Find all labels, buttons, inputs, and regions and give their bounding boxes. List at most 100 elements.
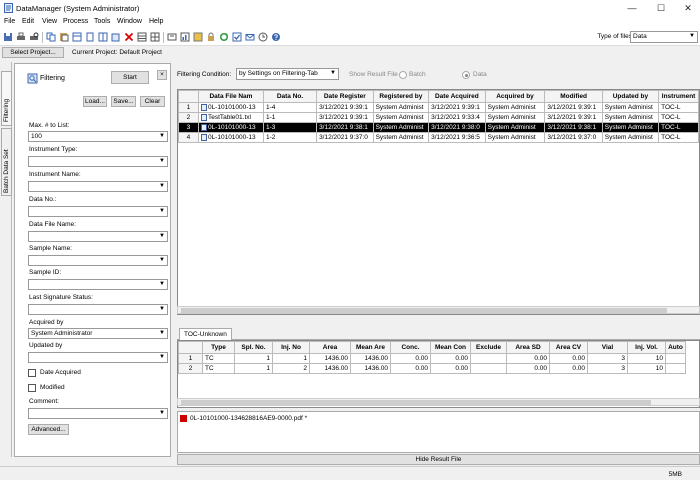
date-acquired-checkbox[interactable] (28, 369, 36, 377)
horizontal-scrollbar[interactable] (177, 306, 700, 314)
lock-icon[interactable] (206, 32, 216, 42)
instrument-type-label: Instrument Type: (29, 146, 78, 153)
menu-edit[interactable]: Edit (22, 18, 34, 25)
result-row[interactable]: 2 TC 1 2 1436.00 1436.00 0.00 0.00 0.00 0.00 3 10 (178, 363, 686, 374)
last-signature-select[interactable]: ▼ (28, 304, 168, 315)
column-header[interactable]: Mean Are (350, 341, 391, 354)
hide-result-file-button[interactable]: Hide Result File (177, 454, 700, 465)
menu-tools[interactable]: Tools (94, 18, 110, 25)
image-icon[interactable] (193, 32, 203, 42)
clock-icon[interactable] (258, 32, 268, 42)
column-header[interactable]: Area CV (549, 341, 588, 354)
result-row[interactable]: 1 TC 1 1 1436.00 1436.00 0.00 0.00 0.00 0.00 3 10 (178, 353, 686, 364)
updated-by-select[interactable]: ▼ (28, 352, 168, 363)
select-project-button[interactable]: Select Project... (2, 47, 64, 58)
mail-icon[interactable] (245, 32, 255, 42)
column-header[interactable]: Data File Nam (197, 90, 264, 103)
data-file-row[interactable]: 4 0L-10101000-13 1-2 3/12/2021 9:37:0 System… (178, 132, 699, 143)
minimize-button[interactable]: — (622, 1, 642, 15)
column-header[interactable]: Area (309, 341, 351, 354)
grid-icon[interactable] (150, 32, 160, 42)
column-header[interactable]: Instrument (658, 90, 699, 103)
tab-toc-unknown[interactable]: TOC-Unknown (179, 328, 232, 340)
scrollbar-thumb[interactable] (181, 400, 651, 405)
result-file-box: 0L-10101000-134628816AE9-0000.pdf * (177, 411, 700, 453)
table-cell (665, 363, 686, 374)
scrollbar-thumb[interactable] (181, 308, 667, 313)
column-header[interactable]: Type (202, 341, 235, 354)
tab-filtering[interactable]: Filtering (1, 71, 12, 126)
column-header[interactable]: Inj. Vol. (627, 341, 666, 354)
column-header[interactable]: Data No. (262, 90, 318, 103)
acquired-by-select[interactable]: System Administrator ▼ (28, 328, 168, 339)
copy-icon[interactable] (46, 32, 56, 42)
column-header[interactable]: Updated by (601, 90, 660, 103)
result-horizontal-scrollbar[interactable] (177, 398, 700, 406)
column-header[interactable]: Auto (665, 341, 686, 354)
column-header[interactable]: Vial (587, 341, 628, 354)
print-preview-icon[interactable] (29, 32, 39, 42)
paste-icon[interactable] (59, 32, 69, 42)
column-header[interactable]: Conc. (390, 341, 431, 354)
sample-id-select[interactable]: ▼ (28, 279, 168, 290)
menu-file[interactable]: File (4, 18, 15, 25)
filtering-condition-bar: Filtering Condition: by Settings on Filt… (177, 68, 697, 82)
print-icon[interactable] (16, 32, 26, 42)
column-header[interactable]: Exclude (470, 341, 507, 354)
export-icon[interactable] (167, 32, 177, 42)
column-header[interactable]: Area SD (506, 341, 550, 354)
menu-help[interactable]: Help (149, 18, 163, 25)
data-file-row[interactable]: 1 0L-10101000-13 1-4 3/12/2021 9:39:1 System… (178, 102, 699, 113)
column-header[interactable]: Mean Con (430, 341, 471, 354)
filtering-condition-select[interactable]: by Settings on Filtering-Tab ▼ (236, 68, 339, 80)
delete-icon[interactable] (124, 32, 134, 42)
type-of-files-select[interactable]: Data ▼ (630, 31, 698, 43)
data-file-row[interactable]: 3 0L-10101000-13 1-3 3/12/2021 9:38:1 System… (178, 122, 699, 133)
refresh-icon[interactable] (219, 32, 229, 42)
result-file-name[interactable]: 0L-10101000-134628816AE9-0000.pdf * (190, 415, 307, 422)
copy-rows-icon[interactable] (111, 32, 121, 42)
column-header[interactable] (178, 341, 203, 354)
start-button[interactable]: Start (111, 71, 149, 84)
save-button[interactable]: Save... (111, 96, 136, 107)
instrument-name-select[interactable]: ▼ (28, 181, 168, 192)
advanced-button[interactable]: Advanced... (28, 424, 69, 435)
column-header[interactable] (178, 90, 199, 103)
data-no-select[interactable]: ▼ (28, 206, 168, 217)
column-header[interactable]: Modified (544, 90, 603, 103)
max-list-input[interactable]: 100 ▼ (28, 131, 168, 142)
data-file-row[interactable]: 2 TestTable01.txl 1-1 3/12/2021 9:39:1 Syste… (178, 112, 699, 123)
report-icon[interactable] (180, 32, 190, 42)
clear-button[interactable]: Clear (140, 96, 165, 107)
load-button[interactable]: Load... (83, 96, 107, 107)
document-icon[interactable] (85, 32, 95, 42)
column-header[interactable]: Acquired by (484, 90, 546, 103)
comment-select[interactable]: ▼ (28, 408, 168, 419)
column-header[interactable]: Date Acquired (428, 90, 486, 103)
date-acquired-label: Date Acquired (40, 369, 81, 376)
maximize-button[interactable]: ☐ (651, 1, 671, 15)
sample-name-select[interactable]: ▼ (28, 255, 168, 266)
menu-process[interactable]: Process (63, 18, 88, 25)
tab-batch-data-set[interactable]: Batch Data Set (1, 128, 12, 196)
close-window-button[interactable]: ✕ (678, 1, 698, 15)
filter-table-icon[interactable] (137, 32, 147, 42)
menu-view[interactable]: View (42, 18, 57, 25)
column-header[interactable]: Date Register (316, 90, 374, 103)
column-header[interactable]: Spl. No. (234, 341, 273, 354)
checkbox-icon[interactable] (232, 32, 242, 42)
modified-checkbox[interactable] (28, 384, 36, 392)
menu-window[interactable]: Window (117, 18, 142, 25)
data-file-name-select[interactable]: ▼ (28, 231, 168, 242)
save-icon[interactable] (3, 32, 13, 42)
table-edit-icon[interactable] (72, 32, 82, 42)
instrument-type-select[interactable]: ▼ (28, 156, 168, 167)
data-radio[interactable] (462, 71, 470, 79)
data-file-name-label: Data File Name: (29, 221, 76, 228)
batch-radio[interactable] (399, 71, 407, 79)
columns-icon[interactable] (98, 32, 108, 42)
help-icon[interactable] (271, 32, 281, 42)
close-panel-button[interactable]: × (157, 70, 167, 80)
column-header[interactable]: Inj. No (272, 341, 310, 354)
column-header[interactable]: Registered by (372, 90, 430, 103)
